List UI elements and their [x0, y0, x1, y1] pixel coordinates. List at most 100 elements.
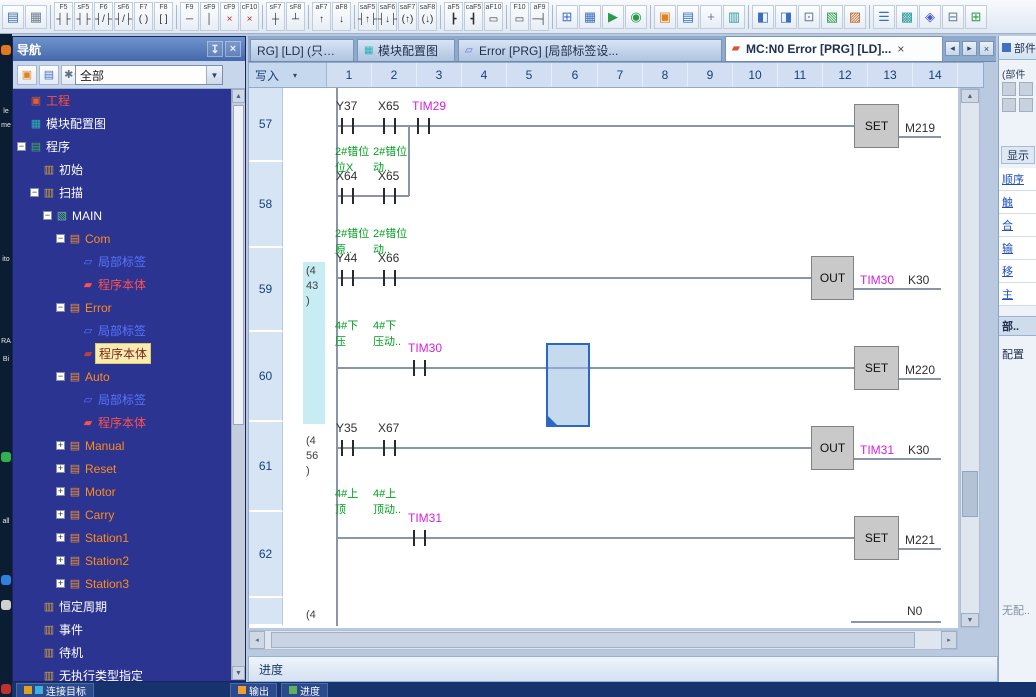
toolbar-icon-button[interactable]: ⊡ [798, 5, 820, 29]
element-category-link[interactable]: 移 [999, 260, 1036, 283]
contact-symbol[interactable] [413, 530, 415, 546]
contact-symbol[interactable] [352, 118, 354, 134]
tree-item[interactable]: +▤Manual [13, 434, 231, 457]
expand-toggle-icon[interactable]: + [56, 464, 65, 473]
toolbar-icon-button[interactable]: ▩ [896, 5, 918, 29]
dock-tab[interactable]: 输出 [230, 683, 277, 697]
tree-item[interactable]: −▥扫描 [13, 181, 231, 204]
expand-toggle-icon[interactable]: + [56, 533, 65, 542]
ladder-symbol-button[interactable]: aF9─┤ [530, 2, 549, 31]
contact-symbol[interactable] [352, 270, 354, 286]
tree-item[interactable]: +▤Station2 [13, 549, 231, 572]
rung-number-cell[interactable]: 60 [249, 332, 283, 422]
scroll-tabs-right-icon[interactable]: ▸ [962, 41, 977, 56]
ladder-symbol-button[interactable]: F10▭ [510, 2, 529, 31]
close-document-icon[interactable]: × [979, 41, 994, 56]
contact-symbol[interactable] [341, 118, 343, 134]
rung-number-cell[interactable]: 57 [249, 88, 283, 162]
expand-toggle-icon[interactable]: − [56, 372, 65, 381]
ladder-symbol-button[interactable]: F6┤/├ [94, 2, 113, 31]
horizontal-scrollbar[interactable]: ◂ ▸ [248, 630, 958, 650]
expand-toggle-icon[interactable]: + [56, 487, 65, 496]
document-tab[interactable]: ▱Error [PRG] [局部标签设... [458, 39, 722, 61]
ladder-symbol-button[interactable]: aF10▭ [484, 2, 503, 31]
ladder-symbol-button[interactable]: aF7↑ [312, 2, 331, 31]
element-category-link[interactable]: 主 [999, 283, 1036, 306]
close-icon[interactable]: × [225, 41, 241, 57]
scroll-tabs-left-icon[interactable]: ◂ [945, 41, 960, 56]
tree-item[interactable]: ▥无执行类型指定 [13, 664, 231, 681]
tree-item[interactable]: ▦模块配置图 [13, 112, 231, 135]
toolbar-icon-button[interactable]: ▣ [654, 5, 676, 29]
ladder-symbol-button[interactable]: sF5┤├ [74, 2, 93, 31]
tree-item[interactable]: ▥恒定周期 [13, 595, 231, 618]
rung-number-cell[interactable]: 58 [249, 162, 283, 248]
contact-symbol[interactable] [352, 440, 354, 456]
tree-item[interactable]: −▤Error [13, 296, 231, 319]
vertical-scrollbar[interactable]: ▲ ▼ [960, 88, 980, 628]
toolbar-icon-button[interactable]: ▨ [844, 5, 866, 29]
scroll-right-icon[interactable]: ▸ [941, 631, 957, 649]
progress-panel-header[interactable]: 进度 [248, 656, 998, 682]
tool-icon[interactable] [1019, 82, 1033, 96]
scroll-up-icon[interactable]: ▲ [961, 89, 979, 103]
expand-toggle-icon[interactable]: − [17, 142, 26, 151]
element-category-link[interactable]: 输 [999, 237, 1036, 260]
element-category-link[interactable]: 触 [999, 191, 1036, 214]
toolbar-icon-button[interactable]: ☰ [873, 5, 895, 29]
expand-toggle-icon[interactable]: − [56, 303, 65, 312]
tree-item[interactable]: ▥待机 [13, 641, 231, 664]
ladder-symbol-button[interactable]: aF8↓ [332, 2, 351, 31]
contact-symbol[interactable] [417, 118, 419, 134]
rung-number-cell[interactable]: 62 [249, 512, 283, 598]
tree-filter-dropdown[interactable]: 全部 ▼ [75, 65, 223, 85]
contact-symbol[interactable] [383, 270, 385, 286]
expand-toggle-icon[interactable]: + [56, 441, 65, 450]
rung-number-cell[interactable] [249, 598, 283, 626]
dock-tab[interactable]: 进度 [281, 683, 328, 697]
tree-item[interactable]: +▤Station1 [13, 526, 231, 549]
toolbar-icon-button[interactable]: ▦ [25, 5, 47, 29]
chevron-down-icon[interactable]: ▼ [206, 66, 222, 84]
ladder-symbol-button[interactable]: caF5┫ [464, 2, 483, 31]
contact-symbol[interactable] [413, 360, 415, 376]
expand-toggle-icon[interactable]: + [56, 579, 65, 588]
rung-number-cell[interactable]: 59 [249, 248, 283, 332]
tool-icon[interactable] [1002, 98, 1016, 112]
coil-instruction-box[interactable]: OUT [811, 256, 854, 300]
tool-icon[interactable] [1002, 82, 1016, 96]
tree-item[interactable]: +▤Reset [13, 457, 231, 480]
tree-item[interactable]: ▱局部标签 [13, 319, 231, 342]
scrollbar-thumb[interactable] [271, 632, 915, 648]
tab-close-icon[interactable]: × [897, 42, 904, 56]
toolbar-icon-button[interactable]: ◧ [752, 5, 774, 29]
display-toggle[interactable]: 显示 [1001, 146, 1035, 164]
contact-symbol[interactable] [394, 440, 396, 456]
tool-icon[interactable] [1019, 98, 1033, 112]
tree-item[interactable]: −▤Auto [13, 365, 231, 388]
document-tab[interactable]: RG] [LD] (只读) ... [250, 39, 354, 61]
coil-instruction-box[interactable]: SET [854, 104, 899, 148]
tree-scrollbar[interactable]: ▲ ▼ [231, 89, 245, 680]
tree-item[interactable]: ▰程序本体 [13, 342, 231, 365]
contact-symbol[interactable] [341, 188, 343, 204]
tree-item[interactable]: ▱局部标签 [13, 388, 231, 411]
coil-instruction-box[interactable]: OUT [811, 426, 854, 470]
ladder-symbol-button[interactable]: sF7┼ [266, 2, 285, 31]
ladder-symbol-button[interactable]: saF8(↓) [418, 2, 437, 31]
element-selection-tab[interactable]: 部件 [999, 36, 1036, 60]
document-tab[interactable]: ▦模块配置图 [357, 39, 455, 61]
scrollbar-thumb[interactable] [233, 105, 244, 425]
toolbar-icon-button[interactable]: ⊟ [942, 5, 964, 29]
tree-item[interactable]: ▥事件 [13, 618, 231, 641]
contact-symbol[interactable] [383, 188, 385, 204]
connect-target-tab[interactable]: 连接目标 [16, 683, 94, 697]
pin-icon[interactable]: ↧ [207, 41, 223, 57]
scroll-up-icon[interactable]: ▲ [232, 89, 245, 103]
tree-item[interactable]: ▰程序本体 [13, 273, 231, 296]
expand-toggle-icon[interactable]: − [43, 211, 52, 220]
expand-toggle-icon[interactable]: + [56, 510, 65, 519]
contact-symbol[interactable] [428, 118, 430, 134]
contact-symbol[interactable] [352, 188, 354, 204]
contact-symbol[interactable] [341, 440, 343, 456]
